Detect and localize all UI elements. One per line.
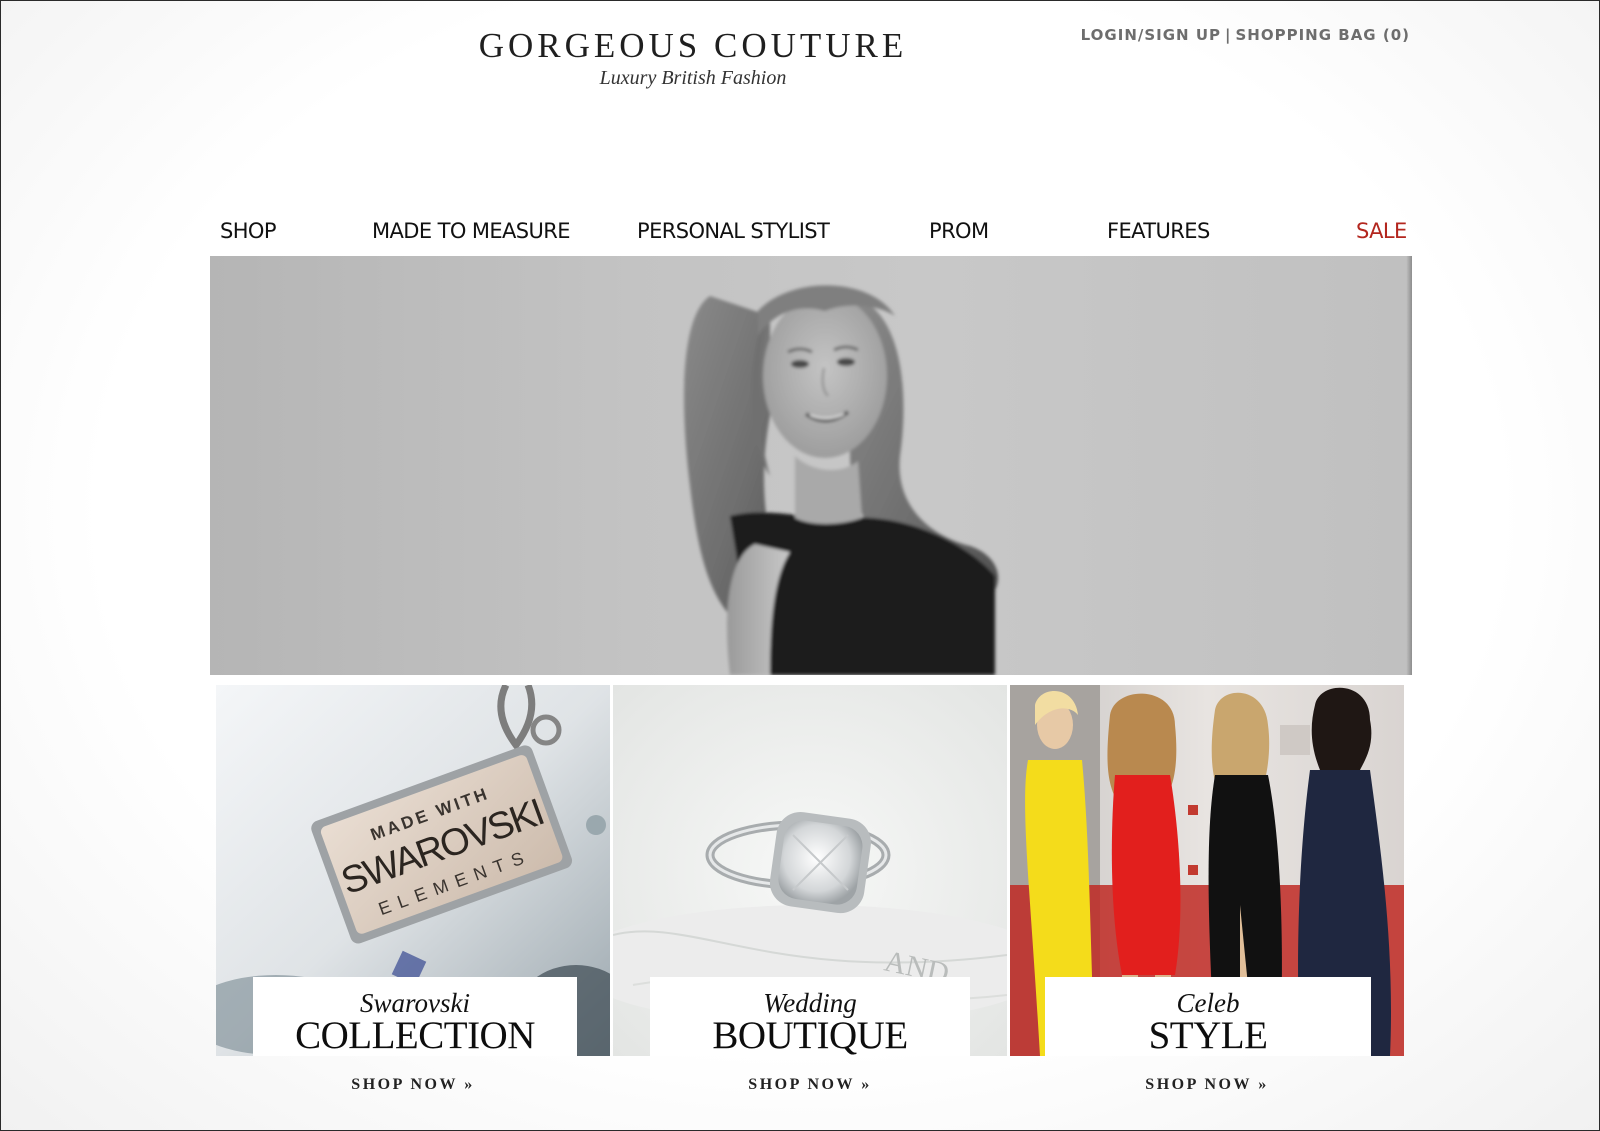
promo-tile-script: Swarovski: [360, 988, 470, 1018]
promo-tile-heading: COLLECTION: [295, 1014, 535, 1056]
nav-item-shop[interactable]: SHOP: [220, 219, 277, 243]
promo-tile-label: Swarovski COLLECTION: [253, 977, 577, 1056]
nav-item-personal-stylist[interactable]: PERSONAL STYLIST: [637, 219, 830, 243]
promo-tile-celeb[interactable]: Celeb STYLE SHOP NOW »: [1010, 685, 1404, 1093]
main-nav: SHOP MADE TO MEASURE PERSONAL STYLIST PR…: [1, 219, 1599, 251]
page: GORGEOUS COUTURE Luxury British Fashion …: [0, 0, 1600, 1131]
shop-now-link[interactable]: SHOP NOW »: [1010, 1076, 1404, 1094]
promo-tile-label: Celeb STYLE: [1045, 977, 1371, 1056]
promo-row: MADE WITH SWAROVSKI ELEMENTS Swarovski C…: [1, 685, 1599, 1105]
nav-item-prom[interactable]: PROM: [929, 219, 989, 243]
promo-tile-wedding[interactable]: AND Wedding BOUTIQUE SHOP NOW »: [613, 685, 1007, 1093]
promo-tile-heading: BOUTIQUE: [712, 1014, 908, 1056]
promo-tile-script: Celeb: [1176, 988, 1240, 1018]
brand-name: GORGEOUS COUTURE: [478, 26, 908, 65]
nav-item-features[interactable]: FEATURES: [1107, 219, 1210, 243]
nav-item-sale[interactable]: SALE: [1356, 219, 1407, 243]
promo-tile-image[interactable]: AND Wedding BOUTIQUE: [613, 685, 1007, 1056]
nav-item-made-to-measure[interactable]: MADE TO MEASURE: [372, 219, 571, 243]
brand-tagline: Luxury British Fashion: [599, 67, 787, 89]
brand-logo[interactable]: GORGEOUS COUTURE Luxury British Fashion: [453, 26, 933, 90]
hero-edge: [1406, 256, 1412, 675]
promo-tile-label: Wedding BOUTIQUE: [650, 977, 970, 1056]
account-links-separator: |: [1225, 26, 1232, 44]
account-links: LOGIN/SIGN UP | SHOPPING BAG (0): [1081, 26, 1410, 44]
shopping-bag-link[interactable]: SHOPPING BAG (0): [1236, 26, 1411, 44]
model-portrait-image: [684, 285, 999, 675]
login-signup-link[interactable]: LOGIN/SIGN UP: [1081, 26, 1221, 44]
shop-now-link[interactable]: SHOP NOW »: [613, 1076, 1007, 1094]
promo-tile-swarovski[interactable]: MADE WITH SWAROVSKI ELEMENTS Swarovski C…: [216, 685, 610, 1093]
promo-tile-image[interactable]: MADE WITH SWAROVSKI ELEMENTS Swarovski C…: [216, 685, 610, 1056]
promo-tile-heading: STYLE: [1148, 1014, 1268, 1056]
promo-tile-image[interactable]: Celeb STYLE: [1010, 685, 1404, 1056]
hero-banner[interactable]: [210, 256, 1412, 675]
shop-now-link[interactable]: SHOP NOW »: [216, 1076, 610, 1094]
promo-tile-script: Wedding: [763, 988, 857, 1018]
